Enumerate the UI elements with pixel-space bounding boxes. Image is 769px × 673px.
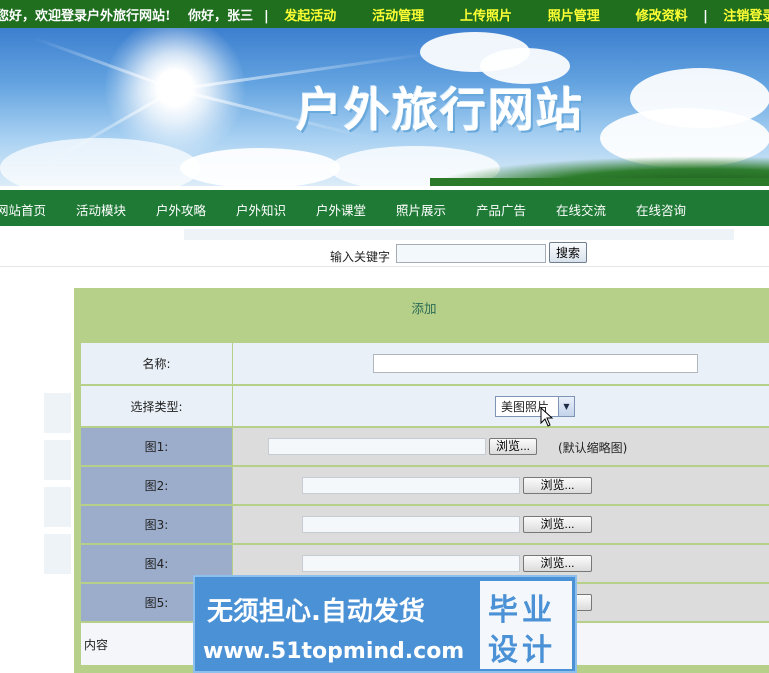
side-decoration (44, 440, 71, 480)
cloud (180, 148, 340, 186)
name-label: 名称: (81, 343, 232, 384)
grass-strip (430, 178, 769, 186)
user-greeting: 你好，张三 (188, 9, 254, 24)
nav-item-ads[interactable]: 产品广告 (476, 200, 526, 219)
watermark-badge-line1: 毕业 (488, 593, 556, 628)
type-label: 选择类型: (81, 386, 232, 426)
nav-item-chat[interactable]: 在线交流 (556, 200, 606, 219)
site-banner: 户外旅行网站 (0, 28, 769, 186)
link-manage-photo[interactable]: 照片管理 (548, 9, 600, 24)
image-3-file-input[interactable] (302, 516, 520, 533)
watermark-overlay: 无须担心.自动发货 www.51topmind.com 毕业 设计 (193, 575, 577, 673)
search-button[interactable]: 搜索 (549, 242, 587, 263)
main-nav: 网站首页 活动模块 户外攻略 户外知识 户外课堂 照片展示 产品广告 在线交流 … (0, 190, 769, 226)
mouse-cursor-icon (540, 407, 554, 427)
image-4-file-input[interactable] (302, 555, 520, 572)
side-decoration (44, 393, 71, 433)
link-manage-activity[interactable]: 活动管理 (372, 9, 424, 24)
side-decoration (44, 534, 71, 574)
form-row-image-2: 图2: 浏览... (81, 467, 769, 504)
image-2-file-input[interactable] (302, 477, 520, 494)
link-create-activity[interactable]: 发起活动 (284, 9, 336, 24)
nav-item-photos[interactable]: 照片展示 (396, 200, 446, 219)
chevron-down-icon[interactable]: ▼ (558, 397, 574, 416)
watermark-url: www.51topmind.com (203, 639, 465, 664)
watermark-badge-line2: 设计 (488, 633, 556, 668)
form-row-image-3: 图3: 浏览... (81, 506, 769, 543)
image-2-browse-button[interactable]: 浏览... (523, 477, 592, 494)
nav-item-guide[interactable]: 户外攻略 (156, 200, 206, 219)
image-1-label: 图1: (81, 428, 232, 465)
search-label: 输入关键字 (330, 250, 391, 264)
top-bar: 您好，欢迎登录户外旅行网站! 你好，张三 | 发起活动 | 活动管理 | 上传照… (0, 0, 769, 28)
welcome-text: 您好，欢迎登录户外旅行网站! (0, 9, 171, 24)
nav-item-home[interactable]: 网站首页 (0, 200, 46, 219)
image-1-file-input[interactable] (268, 438, 486, 455)
form-row-image-1: 图1: 浏览... (默认缩略图) (81, 428, 769, 465)
form-row-name: 名称: (81, 343, 769, 384)
watermark-slogan: 无须担心.自动发货 (207, 597, 425, 627)
divider (0, 266, 769, 267)
form-title: 添加 (411, 301, 437, 316)
search-input[interactable] (396, 244, 546, 263)
link-separator: | (703, 9, 708, 24)
nav-item-activity[interactable]: 活动模块 (76, 200, 126, 219)
link-upload-photo[interactable]: 上传照片 (460, 9, 512, 24)
image-1-hint: (默认缩略图) (558, 441, 628, 455)
user-links: | 发起活动 | 活动管理 | 上传照片 | 照片管理 | 修改资料 | 注销登… (258, 5, 769, 24)
image-4-browse-button[interactable]: 浏览... (523, 555, 592, 572)
name-input[interactable] (373, 354, 698, 373)
image-2-label: 图2: (81, 467, 232, 504)
nav-item-class[interactable]: 户外课堂 (316, 200, 366, 219)
form-row-type: 选择类型: 美图照片 ▼ (81, 386, 769, 426)
link-logout[interactable]: 注销登录 (723, 9, 769, 24)
link-separator: | (264, 9, 269, 24)
site-title: 户外旅行网站 (296, 83, 584, 137)
image-1-browse-button[interactable]: 浏览... (489, 438, 538, 455)
image-3-label: 图3: (81, 506, 232, 543)
side-decoration (44, 487, 71, 527)
nav-item-consult[interactable]: 在线咨询 (636, 200, 686, 219)
type-select[interactable]: 美图照片 ▼ (495, 396, 575, 417)
nav-item-knowledge[interactable]: 户外知识 (236, 200, 286, 219)
search-strip (184, 229, 734, 240)
image-3-browse-button[interactable]: 浏览... (523, 516, 592, 533)
watermark-badge: 毕业 设计 (480, 581, 572, 669)
link-edit-profile[interactable]: 修改资料 (636, 9, 688, 24)
